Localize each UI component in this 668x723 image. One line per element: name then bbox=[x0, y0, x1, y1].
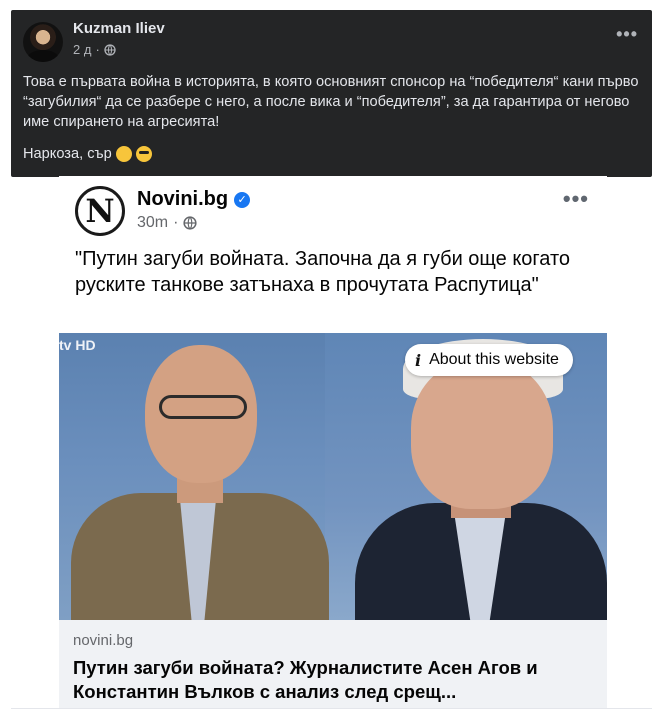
globe-icon bbox=[104, 43, 116, 56]
smirk-emoji-icon bbox=[115, 146, 132, 162]
post-text-line2: Наркоза, сър bbox=[23, 144, 152, 164]
shared-time[interactable]: 30m bbox=[137, 214, 168, 232]
facebook-post: Kuzman Iliev 2 д · ••• Това е първата во… bbox=[11, 10, 652, 177]
more-options-icon[interactable]: ••• bbox=[616, 24, 638, 45]
link-preview[interactable]: novini.bg Путин загуби войната? Журналис… bbox=[59, 620, 607, 708]
author-avatar[interactable] bbox=[23, 22, 63, 62]
verified-badge-icon bbox=[234, 191, 251, 208]
post-time[interactable]: 2 д bbox=[73, 42, 91, 57]
page-name-row: Novini.bg bbox=[137, 188, 251, 211]
shared-text: "Путин загуби войната. Започна да я губи… bbox=[75, 248, 571, 296]
globe-icon bbox=[183, 216, 198, 230]
person-right-head bbox=[411, 359, 553, 509]
about-website-button[interactable]: i About this website bbox=[405, 344, 573, 376]
page-name[interactable]: Novini.bg bbox=[137, 188, 228, 211]
about-website-label: About this website bbox=[429, 351, 559, 368]
post-meta: 2 д · bbox=[73, 42, 116, 57]
divider bbox=[11, 708, 652, 709]
page-logo[interactable]: N bbox=[75, 186, 125, 236]
shared-more-options-icon[interactable]: ••• bbox=[563, 186, 589, 212]
post-text: Това е първата война в историята, в коят… bbox=[23, 74, 639, 130]
shared-post: N Novini.bg 30m · ••• "Путин загуби войн… bbox=[59, 176, 607, 708]
person-left-glasses bbox=[159, 395, 247, 419]
author-name[interactable]: Kuzman Iliev bbox=[73, 20, 165, 37]
post-text2: Наркоза, сър bbox=[23, 146, 112, 162]
shared-meta: 30m · bbox=[137, 214, 198, 232]
info-icon: i bbox=[415, 350, 422, 370]
link-title[interactable]: Путин загуби войната? Журналистите Асен … bbox=[73, 656, 597, 704]
tv-channel-logo: tv HD bbox=[59, 337, 96, 353]
link-image[interactable]: tv HD i About this website bbox=[59, 333, 607, 620]
sunglasses-emoji-icon bbox=[135, 146, 152, 162]
link-domain: novini.bg bbox=[73, 632, 134, 649]
page-logo-letter: N bbox=[85, 192, 115, 230]
